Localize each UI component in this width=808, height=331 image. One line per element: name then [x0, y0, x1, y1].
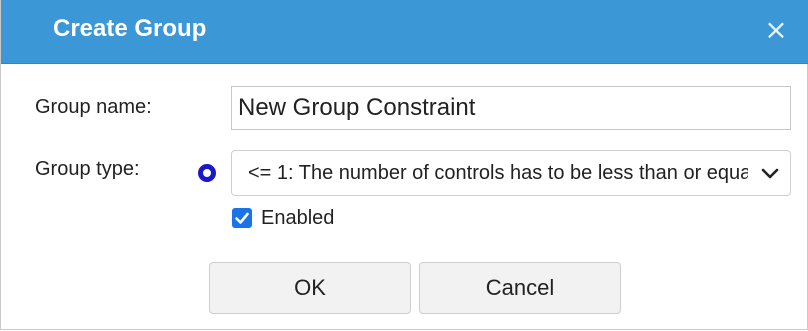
group-type-selected-value: <= 1: The number of controls has to be l… — [248, 162, 748, 184]
chevron-down-icon — [761, 168, 779, 179]
group-type-label: Group type: — [35, 158, 140, 180]
radio-icon[interactable] — [198, 164, 216, 182]
enabled-label[interactable]: Enabled — [261, 207, 334, 230]
cancel-button[interactable]: Cancel — [419, 262, 621, 314]
group-type-select[interactable]: <= 1: The number of controls has to be l… — [231, 150, 791, 196]
dialog-title: Create Group — [53, 15, 207, 42]
ok-button[interactable]: OK — [209, 262, 411, 314]
dialog-titlebar: Create Group × — [1, 0, 808, 64]
checkmark-icon — [235, 212, 249, 224]
enabled-checkbox[interactable] — [232, 208, 252, 228]
close-icon[interactable]: × — [761, 12, 791, 48]
group-name-label: Group name: — [35, 96, 152, 118]
create-group-dialog: Create Group × Group name: Group type: <… — [0, 0, 808, 330]
group-name-input[interactable] — [231, 86, 791, 130]
